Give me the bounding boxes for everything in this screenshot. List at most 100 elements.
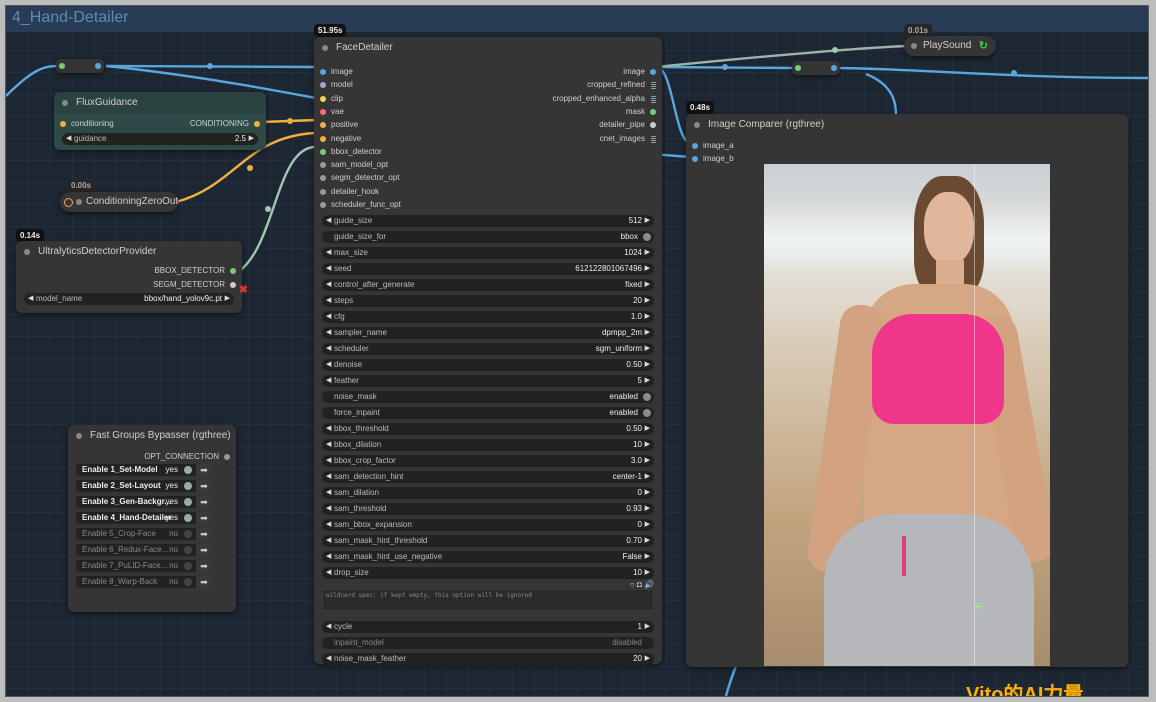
wildcard-toolbar-icons[interactable]: ○ ◘ 🔊 [630, 580, 654, 589]
socket-icon[interactable] [254, 121, 260, 127]
input-sam-model-opt[interactable]: sam_model_opt [320, 159, 388, 171]
arrow-left-icon[interactable]: ◀ [326, 263, 331, 275]
sam-bbox-expansion-widget[interactable]: ◀ sam_bbox_expansion 0 ▶ [322, 519, 654, 531]
socket-icon[interactable] [64, 198, 73, 207]
arrow-right-icon[interactable]: ▶ [645, 263, 650, 275]
arrow-left-icon[interactable]: ◀ [326, 621, 331, 633]
arrow-right-icon[interactable]: ▶ [645, 519, 650, 531]
face-detailer-node[interactable]: FaceDetailer image model clip vae positive ne… [314, 37, 662, 665]
socket-icon[interactable] [320, 202, 326, 208]
guidance-widget[interactable]: ◀ guidance 2.5 ▶ [62, 133, 258, 145]
arrow-right-icon[interactable]: ▶ [645, 487, 650, 499]
navigate-arrow-icon[interactable]: ➡ [196, 512, 212, 524]
collapse-dot-icon[interactable] [694, 122, 700, 128]
arrow-right-icon[interactable]: ▶ [645, 621, 650, 633]
arrow-right-icon[interactable]: ▶ [225, 293, 230, 305]
arrow-right-icon[interactable]: ▶ [645, 247, 650, 259]
arrow-left-icon[interactable]: ◀ [326, 455, 331, 467]
seed-widget[interactable]: ◀ seed 612122801067496 ▶ [322, 263, 654, 275]
arrow-left-icon[interactable]: ◀ [326, 295, 331, 307]
steps-widget[interactable]: ◀ steps 20 ▶ [322, 295, 654, 307]
input-bbox-detector[interactable]: bbox_detector [320, 146, 382, 158]
arrow-left-icon[interactable]: ◀ [326, 519, 331, 531]
collapse-dot-icon[interactable] [322, 45, 328, 51]
bypass-toggle-5[interactable]: Enable 5_Crop-Face no ➡ [76, 528, 212, 540]
cfg-widget[interactable]: ◀ cfg 1.0 ▶ [322, 311, 654, 323]
arrow-right-icon[interactable]: ▶ [645, 535, 650, 547]
arrow-left-icon[interactable]: ◀ [326, 567, 331, 579]
guide-size-widget[interactable]: ◀ guide_size 512 ▶ [322, 215, 654, 227]
ultralytics-detector-node[interactable]: UltralyticsDetectorProvider BBOX_DETECTO… [16, 241, 248, 313]
input-clip[interactable]: clip [320, 93, 343, 105]
arrow-left-icon[interactable]: ◀ [66, 133, 71, 145]
feather-widget[interactable]: ◀ feather 5 ▶ [322, 375, 654, 387]
socket-icon[interactable] [320, 69, 326, 75]
arrow-left-icon[interactable]: ◀ [326, 487, 331, 499]
arrow-right-icon[interactable]: ▶ [645, 439, 650, 451]
arrow-left-icon[interactable]: ◀ [326, 359, 331, 371]
output-cnet-images[interactable]: cnet_images [600, 133, 656, 145]
navigate-arrow-icon[interactable]: ➡ [196, 528, 212, 540]
output-opt-connection[interactable]: OPT_CONNECTION [144, 451, 230, 463]
arrow-left-icon[interactable]: ◀ [326, 343, 331, 355]
socket-icon[interactable] [651, 95, 656, 103]
output-conditioning[interactable]: CONDITIONING [190, 118, 260, 130]
model-name-widget[interactable]: ◀ model_name bbox/hand_yolov9c.pt ▶ [24, 293, 234, 305]
toggle-knob-icon[interactable] [184, 466, 192, 474]
arrow-right-icon[interactable]: ▶ [645, 455, 650, 467]
socket-icon[interactable] [651, 135, 656, 143]
socket-icon[interactable] [650, 69, 656, 75]
bbox-threshold-widget[interactable]: ◀ bbox_threshold 0.50 ▶ [322, 423, 654, 435]
output-mask[interactable]: mask [626, 106, 656, 118]
output-image[interactable]: image [623, 66, 656, 78]
arrow-right-icon[interactable]: ▶ [645, 567, 650, 579]
collapse-dot-icon[interactable] [62, 100, 68, 106]
arrow-left-icon[interactable]: ◀ [326, 247, 331, 259]
control-after-generate-widget[interactable]: ◀ control_after_generate fixed ▶ [322, 279, 654, 291]
input-scheduler-func-opt[interactable]: scheduler_func_opt [320, 199, 401, 211]
arrow-left-icon[interactable]: ◀ [326, 375, 331, 387]
refresh-icon[interactable]: ↻ [979, 39, 988, 52]
socket-icon[interactable] [320, 135, 326, 142]
arrow-right-icon[interactable]: ▶ [645, 471, 650, 483]
input-model[interactable]: model [320, 79, 353, 91]
input-segm-detector-opt[interactable]: segm_detector_opt [320, 172, 400, 184]
max-size-widget[interactable]: ◀ max_size 1024 ▶ [322, 247, 654, 259]
compare-divider[interactable] [974, 164, 975, 666]
arrow-right-icon[interactable]: ▶ [249, 133, 254, 145]
bypass-toggle-2[interactable]: Enable 2_Set-Layout yes ➡ [76, 480, 212, 492]
arrow-left-icon[interactable]: ◀ [326, 439, 331, 451]
inpaint-model-widget[interactable]: inpaint_model disabled [322, 637, 654, 649]
output-cropped-enhanced-alpha[interactable]: cropped_enhanced_alpha [552, 93, 656, 105]
arrow-right-icon[interactable]: ▶ [645, 279, 650, 291]
arrow-right-icon[interactable]: ▶ [645, 359, 650, 371]
toggle-knob-icon[interactable] [643, 409, 651, 417]
socket-icon[interactable] [651, 82, 656, 90]
noise-mask-feather-widget[interactable]: ◀ noise_mask_feather 20 ▶ [322, 653, 654, 665]
socket-icon[interactable] [60, 121, 66, 127]
sampler-name-widget[interactable]: ◀ sampler_name dpmpp_2m ▶ [322, 327, 654, 339]
toggle-knob-icon[interactable] [184, 562, 192, 570]
drop-size-widget[interactable]: ◀ drop_size 10 ▶ [322, 567, 654, 579]
sam-threshold-widget[interactable]: ◀ sam_threshold 0.93 ▶ [322, 503, 654, 515]
arrow-left-icon[interactable]: ◀ [326, 503, 331, 515]
arrow-left-icon[interactable]: ◀ [326, 423, 331, 435]
output-detailer-pipe[interactable]: detailer_pipe [599, 119, 656, 131]
bypass-toggle-7[interactable]: Enable 7_PuLID-Face... no ➡ [76, 560, 212, 572]
arrow-right-icon[interactable]: ▶ [645, 311, 650, 323]
arrow-right-icon[interactable]: ▶ [645, 327, 650, 339]
sam-detection-hint-widget[interactable]: ◀ sam_detection_hint center-1 ▶ [322, 471, 654, 483]
arrow-right-icon[interactable]: ▶ [645, 215, 650, 227]
bypass-toggle-3[interactable]: Enable 3_Gen-Backgr... yes ➡ [76, 496, 212, 508]
socket-icon[interactable] [230, 268, 236, 274]
arrow-right-icon[interactable]: ▶ [645, 343, 650, 355]
bypass-toggle-4[interactable]: Enable 4_Hand-Detailer yes ➡ [76, 512, 212, 524]
socket-icon[interactable] [692, 143, 698, 149]
bypass-toggle-6[interactable]: Enable 6_Redux-Face... no ➡ [76, 544, 212, 556]
socket-icon[interactable] [224, 454, 230, 460]
arrow-left-icon[interactable]: ◀ [326, 311, 331, 323]
toggle-knob-icon[interactable] [184, 498, 192, 506]
socket-icon[interactable] [320, 108, 326, 115]
socket-icon[interactable] [650, 108, 656, 115]
arrow-right-icon[interactable]: ▶ [645, 295, 650, 307]
